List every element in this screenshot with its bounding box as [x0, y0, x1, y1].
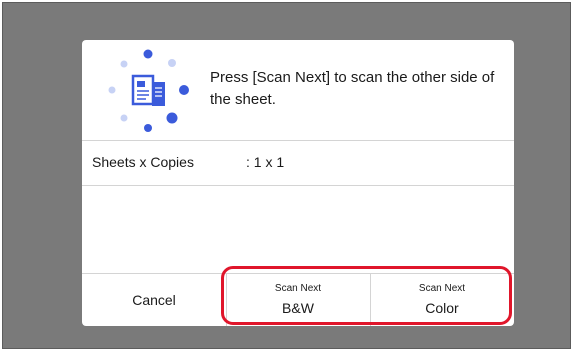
- scan-next-color-button[interactable]: Scan Next Color: [370, 274, 514, 326]
- scan-next-bw-main-label: B&W: [282, 300, 314, 316]
- instruction-message: Press [Scan Next] to scan the other side…: [210, 69, 495, 108]
- cancel-button[interactable]: Cancel: [82, 274, 226, 326]
- cancel-button-label: Cancel: [132, 292, 176, 308]
- scan-next-color-main-label: Color: [425, 300, 459, 316]
- divider: [82, 185, 514, 186]
- sheets-copies-label: Sheets x Copies: [92, 154, 194, 170]
- button-bar: Cancel Scan Next B&W Scan Next Color: [82, 274, 514, 326]
- scan-next-color-top-label: Scan Next: [418, 283, 466, 294]
- scan-next-dialog: Press [Scan Next] to scan the other side…: [82, 40, 514, 326]
- scan-next-side-icon: [108, 49, 189, 132]
- sheets-copies-value: : 1 x 1: [246, 154, 285, 170]
- scan-next-bw-button[interactable]: Scan Next B&W: [226, 274, 370, 326]
- message-row: Press [Scan Next] to scan the other side…: [82, 40, 514, 140]
- sheets-copies-row: Sheets x Copies : 1 x 1: [82, 141, 514, 185]
- scan-next-bw-top-label: Scan Next: [274, 283, 322, 294]
- device-screen: Press [Scan Next] to scan the other side…: [2, 2, 571, 349]
